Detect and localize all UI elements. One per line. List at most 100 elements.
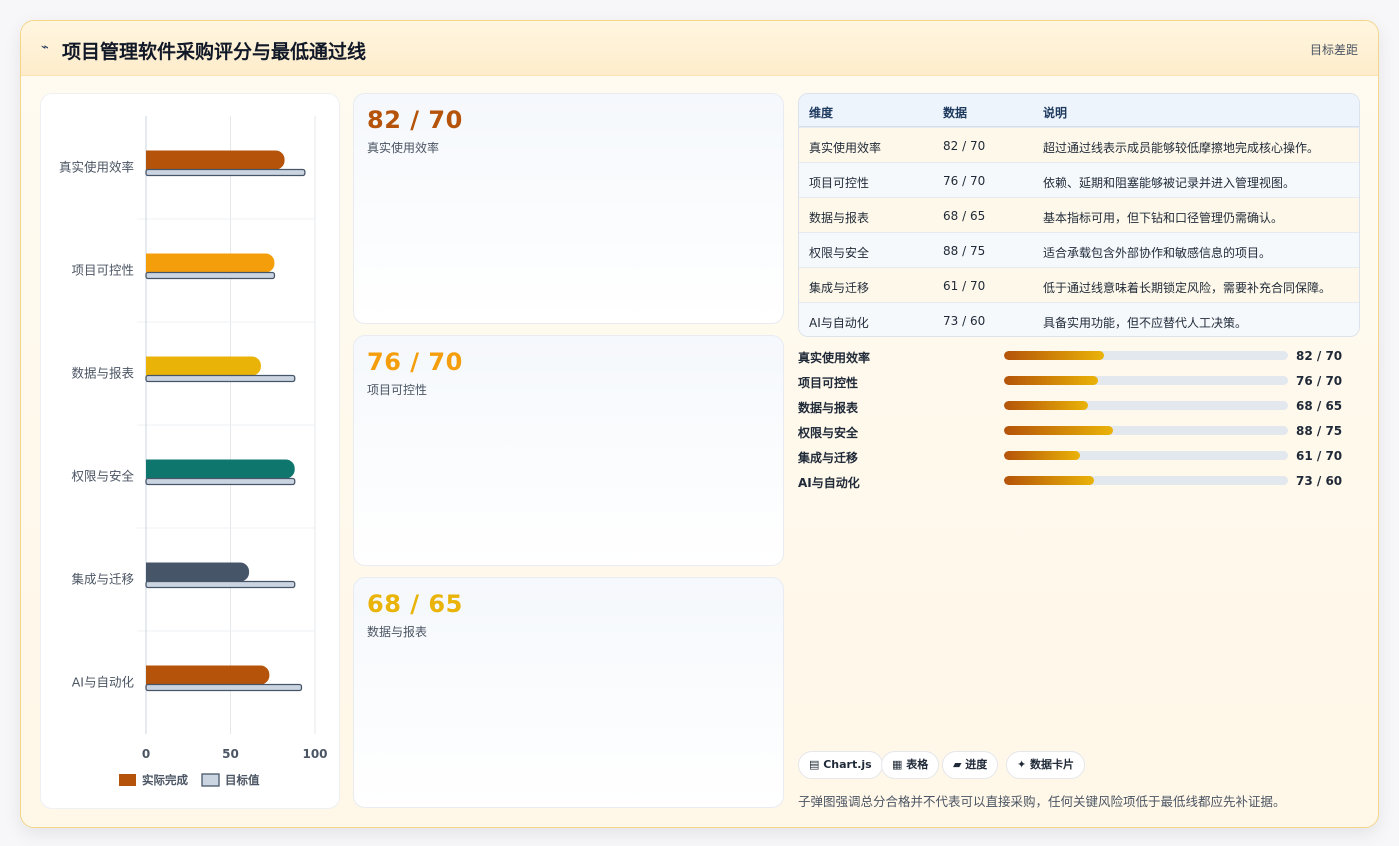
table-header-cell: 数据	[943, 106, 968, 120]
metric-card: 76 / 70 项目可控性	[353, 335, 784, 566]
y-tick-label: 权限与安全	[71, 469, 134, 484]
table-cell: 88 / 75	[943, 244, 986, 258]
y-tick-label: 数据与报表	[71, 366, 134, 381]
progress-row: 集成与迁移 61 / 70	[798, 447, 1360, 467]
table-cell: 82 / 70	[943, 139, 986, 153]
y-tick-label: 集成与迁移	[71, 572, 134, 587]
chip-data-card[interactable]: ✦ 数据卡片	[1006, 751, 1086, 779]
bar-actual	[146, 356, 261, 376]
metric-card: 68 / 65 数据与报表	[353, 577, 784, 808]
progress-fill	[1004, 476, 1095, 485]
score-table: 维度 数据 说明 真实使用效率 82 / 70 超过通过线表示成员能够较低摩擦地…	[798, 93, 1360, 337]
progress-fill	[1004, 451, 1080, 460]
progress-value: 68 / 65	[1296, 399, 1343, 413]
progress-value: 73 / 60	[1296, 474, 1343, 488]
progress-value: 61 / 70	[1296, 449, 1343, 463]
table-cell: 具备实用功能，但不应替代人工决策。	[1043, 316, 1248, 330]
progress-row: 项目可控性 76 / 70	[798, 372, 1360, 392]
table-cell: 真实使用效率	[809, 141, 882, 155]
progress-value: 76 / 70	[1296, 374, 1343, 388]
bar-actual	[146, 665, 270, 685]
progress-track	[1004, 451, 1288, 460]
y-tick-label: 真实使用效率	[59, 160, 134, 175]
progress-label: 项目可控性	[798, 376, 859, 390]
table-cell: AI与自动化	[809, 316, 869, 330]
progress-fill	[1004, 401, 1089, 410]
progress-value: 88 / 75	[1296, 424, 1343, 438]
metric-card-value: 76 / 70	[367, 348, 463, 376]
table-cell: 76 / 70	[943, 174, 986, 188]
table-header-cell: 说明	[1043, 106, 1068, 120]
table-row: 数据与报表 68 / 65 基本指标可用，但下钻和口径管理仍需确认。	[799, 197, 1359, 232]
header: ⌁ 项目管理软件采购评分与最低通过线 目标差距	[21, 21, 1378, 76]
progress-row: 数据与报表 68 / 65	[798, 397, 1360, 417]
table-cell: 基本指标可用，但下钻和口径管理仍需确认。	[1043, 211, 1284, 225]
bar-target	[145, 683, 303, 692]
table-header-cell: 维度	[809, 106, 834, 120]
progress-value: 82 / 70	[1296, 349, 1343, 363]
bar-actual	[146, 562, 250, 582]
dashboard-frame: ⌁ 项目管理软件采购评分与最低通过线 目标差距 真实使用效率 项目可控性 数据与报表…	[20, 20, 1379, 828]
progress-row: 真实使用效率 82 / 70	[798, 347, 1360, 367]
legend-swatch-actual	[119, 774, 136, 786]
x-tick-label: 100	[302, 747, 327, 761]
progress-fill	[1004, 351, 1105, 360]
bar-actual-square	[146, 459, 156, 479]
table-cell: 权限与安全	[809, 246, 870, 260]
table-cell: 适合承载包含外部协作和敏感信息的项目。	[1043, 246, 1272, 260]
target-gap-link[interactable]: 目标差距	[1310, 41, 1358, 58]
table-cell: 项目可控性	[809, 176, 870, 190]
y-tick-label: 项目可控性	[71, 263, 134, 278]
table-cell: 集成与迁移	[809, 281, 870, 295]
metric-card-value: 68 / 65	[367, 590, 463, 618]
progress-track	[1004, 351, 1288, 360]
chip-chartjs[interactable]: ▤ Chart.js	[798, 751, 883, 779]
progress-label: 集成与迁移	[798, 451, 859, 465]
metric-card-value: 82 / 70	[367, 106, 463, 134]
bar-target	[145, 477, 296, 486]
table-row: 项目可控性 76 / 70 依赖、延期和阻塞能够被记录并进入管理视图。	[799, 162, 1359, 197]
bar-target	[145, 168, 306, 177]
progress-label: 数据与报表	[798, 401, 859, 415]
progress-label: 真实使用效率	[798, 351, 871, 365]
legend-label: 实际完成	[142, 773, 188, 787]
table-cell: 73 / 60	[943, 314, 986, 328]
table-row: AI与自动化 73 / 60 具备实用功能，但不应替代人工决策。	[799, 302, 1359, 336]
table-row: 集成与迁移 61 / 70 低于通过线意味着长期锁定风险，需要补充合同保障。	[799, 267, 1359, 302]
table-row: 权限与安全 88 / 75 适合承载包含外部协作和敏感信息的项目。	[799, 232, 1359, 267]
bar-target	[145, 374, 296, 383]
table-cell: 61 / 70	[943, 279, 986, 293]
table-cell: 68 / 65	[943, 209, 986, 223]
metric-card: 82 / 70 真实使用效率	[353, 93, 784, 324]
table-cell: 低于通过线意味着长期锁定风险，需要补充合同保障。	[1043, 281, 1332, 295]
bar-target	[145, 271, 276, 280]
legend-label: 目标值	[225, 773, 260, 787]
bar-actual-square	[146, 562, 156, 582]
chip-table[interactable]: ▦ 表格	[881, 751, 940, 779]
table-cell: 超过通过线表示成员能够较低摩擦地完成核心操作。	[1043, 141, 1320, 155]
metric-card-label: 项目可控性	[367, 383, 428, 397]
progress-fill	[1004, 426, 1114, 435]
chip-progress[interactable]: ▰ 进度	[942, 751, 999, 779]
bar-actual	[146, 459, 295, 479]
progress-track	[1004, 426, 1288, 435]
legend-swatch-target	[201, 773, 220, 787]
y-tick-label: AI与自动化	[72, 675, 135, 690]
progress-row: 权限与安全 88 / 75	[798, 422, 1360, 442]
lightning-icon: ⌁	[41, 40, 49, 55]
metric-card-label: 数据与报表	[367, 625, 428, 639]
x-tick-label: 0	[142, 747, 150, 761]
metric-card-label: 真实使用效率	[367, 141, 440, 155]
bar-actual	[146, 253, 275, 273]
progress-fill	[1004, 376, 1098, 385]
bar-actual-square	[146, 356, 156, 376]
table-cell: 数据与报表	[809, 211, 870, 225]
progress-track	[1004, 476, 1288, 485]
progress-track	[1004, 376, 1288, 385]
progress-track	[1004, 401, 1288, 410]
progress-label: 权限与安全	[798, 426, 859, 440]
bar-chart: 真实使用效率项目可控性数据与报表权限与安全集成与迁移 AI与自动化 0 50 100 实际…	[59, 116, 328, 787]
bar-actual-square	[146, 665, 156, 685]
table-cell: 依赖、延期和阻塞能够被记录并进入管理视图。	[1043, 176, 1296, 190]
table-header-row: 维度 数据 说明	[799, 94, 1359, 127]
